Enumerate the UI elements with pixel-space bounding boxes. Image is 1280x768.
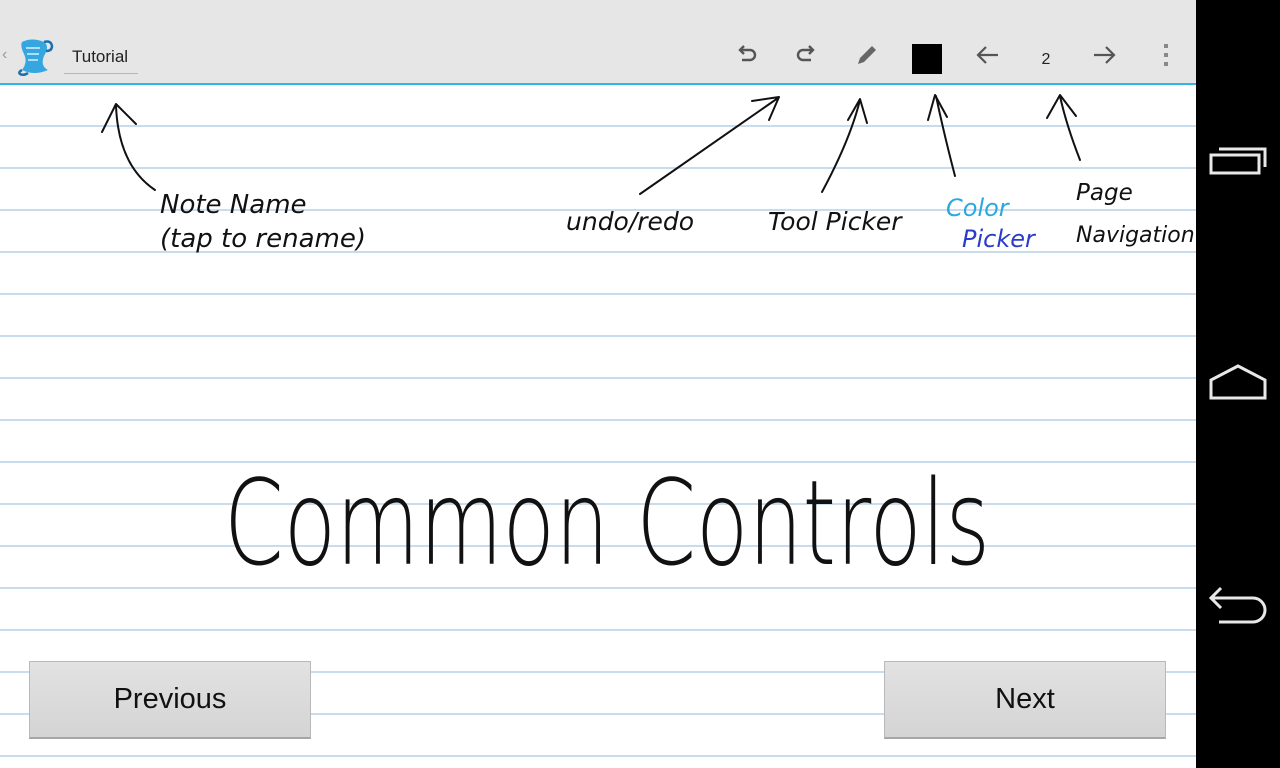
undo-button[interactable] — [730, 38, 764, 72]
back-button[interactable] — [1196, 564, 1280, 648]
up-caret-icon[interactable]: ‹ — [2, 47, 7, 63]
tap-to-rename-label: (tap to rename) — [160, 224, 366, 254]
system-navigation-bar — [1196, 0, 1280, 768]
previous-button[interactable]: Previous — [29, 661, 311, 739]
page-navigation-label-line2: Navigation — [1076, 223, 1195, 248]
undo-icon — [738, 45, 757, 62]
redo-icon — [796, 45, 815, 62]
color-picker-arrow — [927, 94, 956, 177]
overflow-menu-icon — [1164, 44, 1168, 66]
home-button[interactable] — [1196, 340, 1280, 424]
note-name-label: Note Name — [160, 190, 307, 220]
next-page-button[interactable] — [1088, 38, 1122, 72]
page-number: 2 — [1041, 51, 1051, 68]
arrow-right-icon — [1094, 46, 1116, 64]
color-picker-label-line1: Color — [946, 194, 1011, 222]
undo-redo-arrow — [639, 96, 780, 195]
arrow-left-icon — [976, 46, 998, 64]
tool-picker-button[interactable] — [850, 38, 884, 72]
home-icon — [1209, 364, 1267, 400]
overflow-menu-button[interactable] — [1149, 38, 1183, 72]
action-bar: ‹ Tutorial 2 — [0, 25, 1196, 85]
recent-apps-button[interactable] — [1196, 118, 1280, 202]
undo-redo-label: undo/redo — [566, 207, 694, 236]
tool-picker-label: Tool Picker — [768, 207, 903, 236]
headline-handwriting: Common Controls — [224, 454, 990, 592]
color-picker-button[interactable] — [912, 44, 942, 74]
status-bar — [0, 0, 1196, 25]
color-picker-label-line2: Picker — [962, 225, 1037, 253]
tool-picker-arrow — [821, 98, 868, 193]
page-navigation-arrow — [1046, 94, 1081, 161]
app-window: ‹ Tutorial 2 Note Name (tap to rename) u… — [0, 0, 1196, 768]
note-title-field[interactable]: Tutorial — [64, 46, 138, 74]
note-name-arrow — [101, 103, 156, 191]
next-button[interactable]: Next — [884, 661, 1166, 739]
previous-page-button[interactable] — [970, 38, 1004, 72]
redo-button[interactable] — [789, 38, 823, 72]
back-icon — [1208, 586, 1267, 624]
app-logo-icon[interactable] — [14, 36, 56, 76]
page-navigation-label-line1: Page — [1076, 180, 1133, 206]
recent-apps-icon — [1209, 147, 1267, 175]
pencil-icon — [858, 46, 876, 64]
